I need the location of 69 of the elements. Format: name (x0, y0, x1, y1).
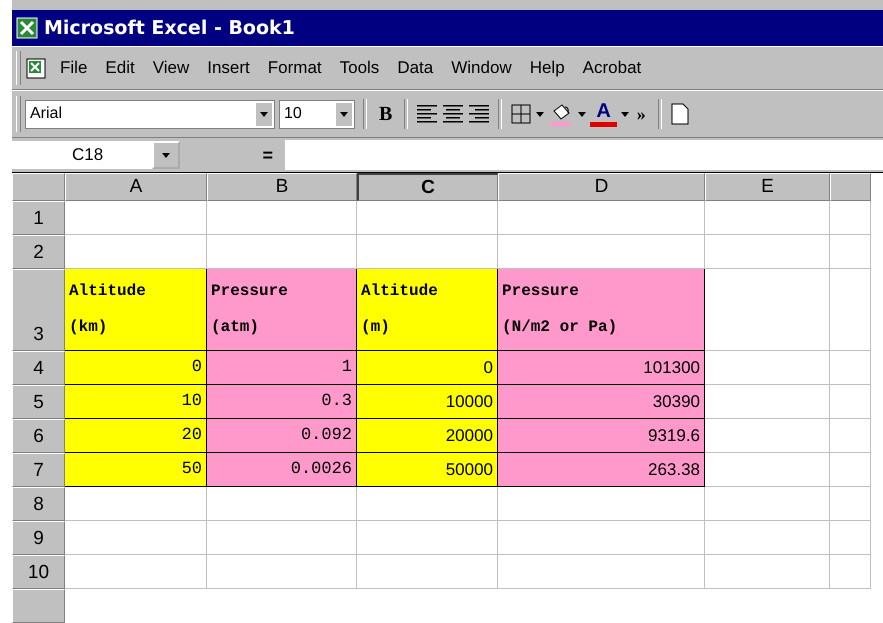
menu-item[interactable]: Insert (200, 56, 257, 80)
row-header[interactable]: 9 (12, 521, 65, 555)
dropdown-arrow-icon (620, 112, 629, 116)
table-cell[interactable]: Altitude (m) (357, 269, 498, 351)
align-center-icon[interactable] (442, 104, 464, 124)
table-cell[interactable]: 263.38 (498, 453, 705, 487)
table-cell[interactable]: 0 (65, 351, 207, 385)
spreadsheet-app-icon (16, 17, 38, 39)
menu-item[interactable]: Help (522, 56, 572, 80)
menu-item[interactable]: Data (390, 56, 440, 80)
table-cell[interactable]: Altitude (km) (65, 269, 207, 351)
row-header[interactable]: 2 (12, 235, 65, 269)
row-header[interactable]: 8 (12, 487, 65, 521)
name-box-dropdown[interactable] (152, 141, 180, 169)
table-cell[interactable]: 0.0026 (207, 453, 357, 487)
table-cell[interactable]: 50000 (357, 453, 498, 487)
table-cell[interactable]: 0 (357, 351, 498, 385)
column-header[interactable]: C (357, 173, 498, 201)
menu-item[interactable]: File (53, 56, 94, 80)
column-header[interactable]: D (498, 173, 705, 201)
table-cell[interactable]: 0.3 (207, 385, 357, 419)
table-cell[interactable]: 50 (65, 453, 207, 487)
select-all-corner[interactable] (12, 173, 65, 201)
table-cell[interactable]: 20000 (357, 419, 498, 453)
table-cell[interactable]: 10000 (357, 385, 498, 419)
column-header[interactable]: A (65, 173, 207, 201)
column-header[interactable]: B (207, 173, 357, 201)
window-title: Microsoft Excel - Book1 (44, 17, 295, 39)
row-header[interactable]: 6 (12, 419, 65, 453)
new-document-icon[interactable] (670, 102, 690, 126)
table-cell[interactable]: Pressure (atm) (207, 269, 357, 351)
menu-item[interactable]: Window (444, 56, 519, 80)
menu-item[interactable]: Acrobat (576, 56, 648, 80)
table-cell[interactable]: 101300 (498, 351, 705, 385)
table-cell[interactable]: Pressure (N/m2 or Pa) (498, 269, 705, 351)
column-header[interactable]: E (705, 173, 830, 201)
font-name-dropdown[interactable]: Arial (25, 100, 275, 128)
dropdown-arrow-icon (578, 112, 586, 116)
formula-input[interactable] (285, 140, 883, 170)
table-cell[interactable]: 30390 (498, 385, 705, 419)
row-header[interactable]: 7 (12, 453, 65, 487)
bold-button[interactable]: B (375, 99, 396, 129)
font-size-dropdown[interactable]: 10 (279, 100, 355, 128)
table-cell[interactable]: 1 (207, 351, 357, 385)
column-header[interactable] (830, 173, 871, 201)
name-box[interactable]: C18 (12, 141, 152, 169)
row-header[interactable] (12, 589, 65, 623)
menu-item[interactable]: Format (260, 56, 329, 80)
row-header[interactable]: 1 (12, 201, 65, 235)
align-left-icon[interactable] (416, 104, 438, 124)
row-header[interactable]: 4 (12, 351, 65, 385)
font-color-button[interactable]: A (590, 101, 617, 127)
table-cell[interactable]: 9319.6 (498, 419, 705, 453)
table-cell[interactable]: 10 (65, 385, 207, 419)
dropdown-arrow-icon (340, 112, 348, 116)
table-cell[interactable]: 0.092 (207, 419, 357, 453)
borders-icon[interactable] (510, 103, 532, 125)
menu-item[interactable]: Tools (332, 56, 386, 80)
dropdown-arrow-icon (536, 112, 544, 116)
row-header[interactable]: 3 (12, 269, 65, 351)
more-buttons-chevron[interactable]: » (632, 99, 650, 129)
align-right-icon[interactable] (468, 104, 490, 124)
dropdown-arrow-icon (260, 112, 268, 116)
row-header[interactable]: 10 (12, 555, 65, 589)
row-header[interactable]: 5 (12, 385, 65, 419)
menu-item[interactable]: Edit (98, 56, 142, 80)
dropdown-arrow-icon (162, 152, 170, 158)
menu-item[interactable]: View (146, 56, 196, 80)
table-cell[interactable]: 20 (65, 419, 207, 453)
